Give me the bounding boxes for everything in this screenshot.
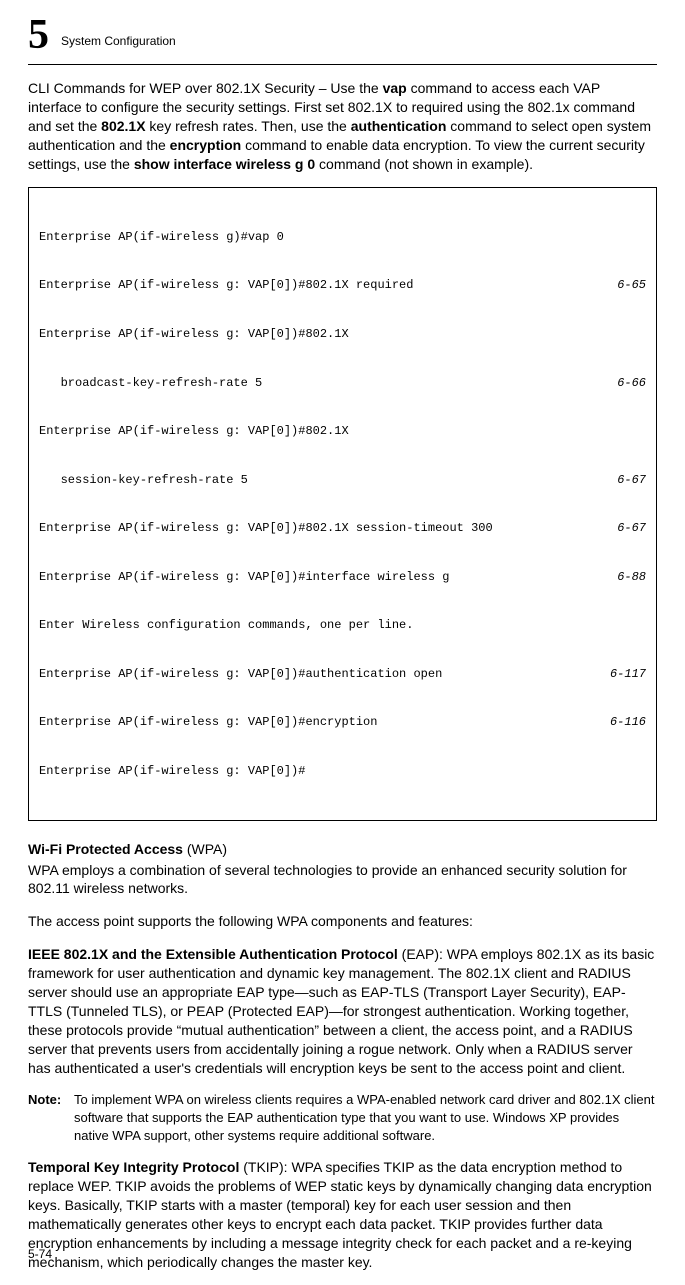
- code-line: Enterprise AP(if-wireless g: VAP[0])#802…: [39, 520, 646, 536]
- wpa-paragraph-2: The access point supports the following …: [28, 912, 657, 931]
- intro-paragraph: CLI Commands for WEP over 802.1X Securit…: [28, 79, 657, 173]
- bold-vap: vap: [383, 80, 407, 96]
- code-line: Enter Wireless configuration commands, o…: [39, 617, 646, 633]
- bold-show-interface: show interface wireless g 0: [134, 156, 315, 172]
- code-ref: 6-116: [590, 714, 646, 730]
- code-cmd: Enterprise AP(if-wireless g: VAP[0])#802…: [39, 423, 349, 439]
- code-cmd: Enterprise AP(if-wireless g: VAP[0])#802…: [39, 277, 413, 293]
- cli-code-block: Enterprise AP(if-wireless g)#vap 0 Enter…: [28, 187, 657, 820]
- tkip-bold: Temporal Key Integrity Protocol: [28, 1159, 239, 1175]
- page-number: 5-74: [28, 1247, 52, 1261]
- code-ref: [626, 763, 646, 779]
- code-line: session-key-refresh-rate 5 6-67: [39, 472, 646, 488]
- chapter-title: System Configuration: [61, 34, 176, 48]
- code-cmd: Enterprise AP(if-wireless g: VAP[0])#aut…: [39, 666, 442, 682]
- ieee-paragraph: IEEE 802.1X and the Extensible Authentic…: [28, 945, 657, 1077]
- heading-bold: Wi-Fi Protected Access: [28, 841, 183, 857]
- code-cmd: Enterprise AP(if-wireless g: VAP[0])#802…: [39, 520, 493, 536]
- ieee-rest: (EAP): WPA employs 802.1X as its basic f…: [28, 946, 654, 1075]
- bold-encryption: encryption: [170, 137, 242, 153]
- text: CLI Commands for WEP over 802.1X Securit…: [28, 80, 383, 96]
- note-text: To implement WPA on wireless clients req…: [74, 1091, 657, 1144]
- code-line: Enterprise AP(if-wireless g: VAP[0])#enc…: [39, 714, 646, 730]
- note-block: Note: To implement WPA on wireless clien…: [28, 1091, 657, 1144]
- tkip-rest: (TKIP): WPA specifies TKIP as the data e…: [28, 1159, 652, 1269]
- page: 5 System Configuration CLI Commands for …: [0, 0, 685, 1271]
- code-line: Enterprise AP(if-wireless g: VAP[0])#802…: [39, 277, 646, 293]
- code-ref: [626, 229, 646, 245]
- code-line: broadcast-key-refresh-rate 5 6-66: [39, 375, 646, 391]
- text: command (not shown in example).: [315, 156, 533, 172]
- code-ref: 6-67: [597, 472, 646, 488]
- code-line: Enterprise AP(if-wireless g: VAP[0])#aut…: [39, 666, 646, 682]
- code-line: Enterprise AP(if-wireless g: VAP[0])#: [39, 763, 646, 779]
- code-ref: 6-65: [597, 277, 646, 293]
- code-line: Enterprise AP(if-wireless g)#vap 0: [39, 229, 646, 245]
- code-cmd: Enter Wireless configuration commands, o…: [39, 617, 413, 633]
- code-ref: [626, 326, 646, 342]
- code-ref: 6-66: [597, 375, 646, 391]
- code-cmd: Enterprise AP(if-wireless g: VAP[0])#enc…: [39, 714, 377, 730]
- wpa-paragraph-1: WPA employs a combination of several tec…: [28, 861, 657, 899]
- chapter-number: 5: [28, 14, 49, 56]
- code-ref: 6-117: [590, 666, 646, 682]
- tkip-paragraph: Temporal Key Integrity Protocol (TKIP): …: [28, 1158, 657, 1271]
- code-line: Enterprise AP(if-wireless g: VAP[0])#802…: [39, 326, 646, 342]
- code-ref: [626, 617, 646, 633]
- code-cmd: broadcast-key-refresh-rate 5: [39, 375, 262, 391]
- page-header: 5 System Configuration: [28, 20, 657, 65]
- bold-8021x: 802.1X: [101, 118, 145, 134]
- heading-rest: (WPA): [183, 841, 227, 857]
- ieee-bold: IEEE 802.1X and the Extensible Authentic…: [28, 946, 398, 962]
- text: key refresh rates. Then, use the: [146, 118, 351, 134]
- code-line: Enterprise AP(if-wireless g: VAP[0])#802…: [39, 423, 646, 439]
- note-label: Note:: [28, 1091, 74, 1144]
- wpa-heading: Wi-Fi Protected Access (WPA): [28, 841, 657, 857]
- code-cmd: session-key-refresh-rate 5: [39, 472, 248, 488]
- code-cmd: Enterprise AP(if-wireless g: VAP[0])#802…: [39, 326, 349, 342]
- code-line: Enterprise AP(if-wireless g: VAP[0])#int…: [39, 569, 646, 585]
- bold-authentication: authentication: [351, 118, 447, 134]
- code-cmd: Enterprise AP(if-wireless g: VAP[0])#: [39, 763, 305, 779]
- code-cmd: Enterprise AP(if-wireless g: VAP[0])#int…: [39, 569, 449, 585]
- code-cmd: Enterprise AP(if-wireless g)#vap 0: [39, 229, 284, 245]
- code-ref: [626, 423, 646, 439]
- code-ref: 6-88: [597, 569, 646, 585]
- code-ref: 6-67: [597, 520, 646, 536]
